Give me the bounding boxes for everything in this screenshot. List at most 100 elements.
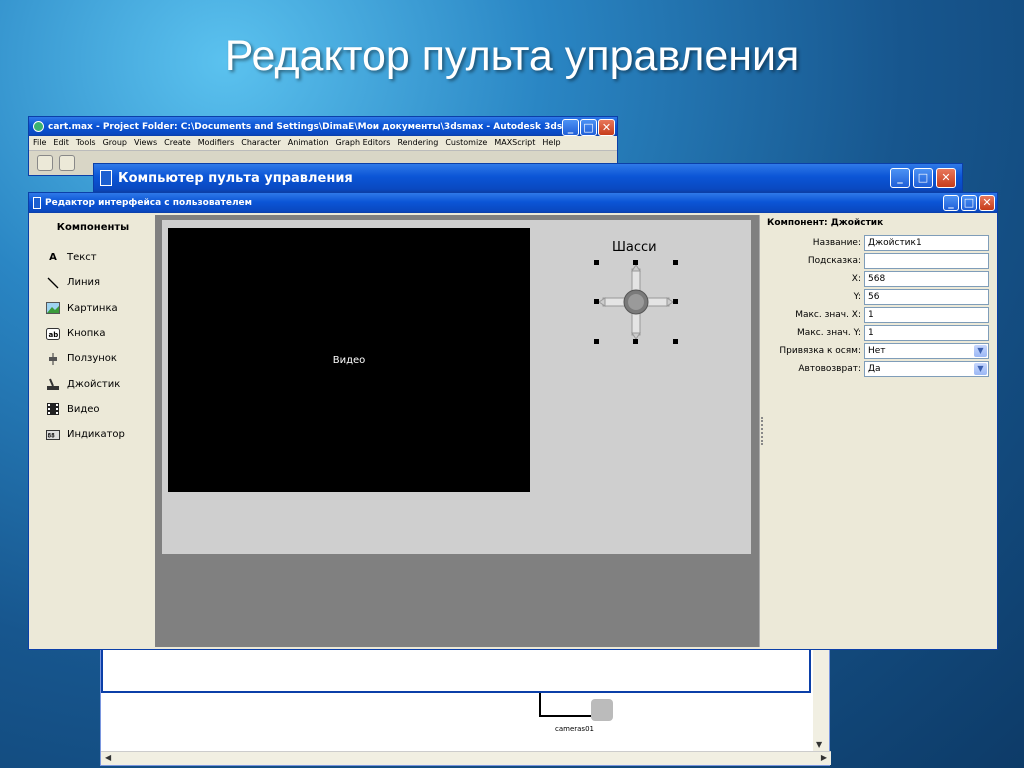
- menu-animation[interactable]: Animation: [288, 138, 329, 148]
- component-slider[interactable]: Ползунок: [32, 346, 154, 371]
- max-titlebar[interactable]: cart.max - Project Folder: C:\Documents …: [29, 117, 617, 136]
- menu-create[interactable]: Create: [164, 138, 191, 148]
- max-title: cart.max - Project Folder: C:\Documents …: [48, 121, 573, 132]
- max-y-input[interactable]: 1: [864, 325, 989, 341]
- video-icon: [45, 403, 61, 416]
- selection-handle[interactable]: [633, 260, 638, 265]
- svg-text:88: 88: [48, 432, 56, 439]
- menu-edit[interactable]: Edit: [53, 138, 69, 148]
- prop-label: Макс. знач. Y:: [797, 328, 861, 338]
- camera-icon[interactable]: [591, 699, 613, 721]
- redo-icon[interactable]: [59, 155, 75, 171]
- component-button[interactable]: ab Кнопка: [32, 321, 154, 346]
- component-label: Джойстик: [67, 378, 121, 390]
- editor-titlebar[interactable]: Редактор интерфейса с пользователем _ □ …: [29, 193, 997, 213]
- component-picture[interactable]: Картинка: [32, 296, 154, 321]
- scroll-down-icon[interactable]: ▼: [816, 740, 822, 749]
- prop-name-row: Название: Джойстик1: [765, 235, 991, 251]
- design-canvas[interactable]: Видео Шасси: [162, 220, 751, 554]
- video-label: Видео: [332, 354, 366, 366]
- video-component[interactable]: Видео: [168, 228, 530, 492]
- select-value: Да: [868, 364, 881, 374]
- menu-customize[interactable]: Customize: [445, 138, 487, 148]
- prop-label: X:: [851, 274, 861, 284]
- close-icon[interactable]: ✕: [936, 168, 956, 188]
- menu-file[interactable]: File: [33, 138, 46, 148]
- picture-icon: [45, 302, 61, 315]
- components-header: Компоненты: [56, 222, 130, 233]
- prop-axis-lock-row: Привязка к осям: Нет ▼: [765, 343, 991, 359]
- chevron-down-icon[interactable]: ▼: [974, 345, 987, 357]
- selection-handle[interactable]: [594, 339, 599, 344]
- menu-views[interactable]: Views: [134, 138, 157, 148]
- component-label: Картинка: [67, 302, 118, 314]
- joystick-icon: [45, 378, 61, 391]
- component-label: Индикатор: [67, 429, 125, 441]
- slide-title: Редактор пульта управления: [224, 32, 800, 80]
- menu-rendering[interactable]: Rendering: [397, 138, 438, 148]
- joystick-component[interactable]: [594, 260, 678, 344]
- selection-handle[interactable]: [594, 260, 599, 265]
- name-input[interactable]: Джойстик1: [864, 235, 989, 251]
- prop-hint-row: Подсказка:: [765, 253, 991, 269]
- editor-title: Редактор интерфейса с пользователем: [45, 198, 252, 208]
- component-text[interactable]: A Текст: [32, 245, 154, 270]
- joystick-caption: Шасси: [612, 240, 657, 255]
- components-panel: Компоненты A Текст Линия Картинка ab Кно…: [32, 215, 154, 647]
- maximize-icon[interactable]: □: [913, 168, 933, 188]
- slider-icon: [45, 352, 61, 365]
- component-indicator[interactable]: 88 Индикатор: [32, 422, 154, 447]
- hint-input[interactable]: [864, 253, 989, 269]
- computer-window: Компьютер пульта управления _ □ ✕: [93, 163, 963, 193]
- axis-lock-select[interactable]: Нет ▼: [864, 343, 989, 359]
- component-line[interactable]: Линия: [32, 270, 154, 295]
- menu-graph-editors[interactable]: Graph Editors: [336, 138, 391, 148]
- window-icon: [100, 170, 112, 186]
- select-value: Нет: [868, 346, 886, 356]
- computer-title: Компьютер пульта управления: [118, 170, 353, 186]
- scroll-left-icon[interactable]: ◀: [105, 753, 111, 762]
- menu-character[interactable]: Character: [241, 138, 281, 148]
- menu-tools[interactable]: Tools: [76, 138, 96, 148]
- auto-return-select[interactable]: Да ▼: [864, 361, 989, 377]
- prop-label: Название:: [812, 238, 861, 248]
- x-input[interactable]: 568: [864, 271, 989, 287]
- computer-titlebar[interactable]: Компьютер пульта управления _ □ ✕: [94, 164, 962, 192]
- minimize-icon[interactable]: _: [890, 168, 910, 188]
- menu-group[interactable]: Group: [103, 138, 127, 148]
- editor-window: Редактор интерфейса с пользователем _ □ …: [28, 192, 998, 650]
- selection-handle[interactable]: [673, 299, 678, 304]
- prop-label: Автовозврат:: [798, 364, 861, 374]
- close-icon[interactable]: ✕: [979, 195, 995, 211]
- prop-label: Привязка к осям:: [779, 346, 861, 356]
- minimize-icon[interactable]: _: [943, 195, 959, 211]
- camera-label: cameras01: [555, 725, 594, 733]
- horizontal-scrollbar[interactable]: ◀ ▶: [101, 751, 831, 765]
- vertical-scrollbar[interactable]: ▼: [813, 641, 829, 751]
- selection-handle[interactable]: [673, 339, 678, 344]
- prop-max-x-row: Макс. знач. X: 1: [765, 307, 991, 323]
- selection-handle[interactable]: [594, 299, 599, 304]
- y-input[interactable]: 56: [864, 289, 989, 305]
- menu-modifiers[interactable]: Modifiers: [198, 138, 235, 148]
- minimize-icon[interactable]: _: [562, 119, 579, 136]
- maximize-icon[interactable]: □: [580, 119, 597, 136]
- menu-maxscript[interactable]: MAXScript: [494, 138, 535, 148]
- scroll-right-icon[interactable]: ▶: [821, 753, 827, 762]
- properties-panel: Компонент: Джойстик Название: Джойстик1 …: [765, 215, 995, 647]
- close-icon[interactable]: ✕: [598, 119, 615, 136]
- button-icon: ab: [45, 327, 61, 340]
- menu-help[interactable]: Help: [542, 138, 560, 148]
- component-joystick[interactable]: Джойстик: [32, 371, 154, 396]
- selection-handle[interactable]: [673, 260, 678, 265]
- chevron-down-icon[interactable]: ▼: [974, 363, 987, 375]
- component-label: Текст: [67, 252, 97, 264]
- indicator-icon: 88: [45, 429, 61, 441]
- line-icon: [45, 277, 61, 289]
- component-video[interactable]: Видео: [32, 397, 154, 422]
- max-x-input[interactable]: 1: [864, 307, 989, 323]
- component-label: Линия: [67, 277, 101, 289]
- maximize-icon[interactable]: □: [961, 195, 977, 211]
- selection-handle[interactable]: [633, 339, 638, 344]
- undo-icon[interactable]: [37, 155, 53, 171]
